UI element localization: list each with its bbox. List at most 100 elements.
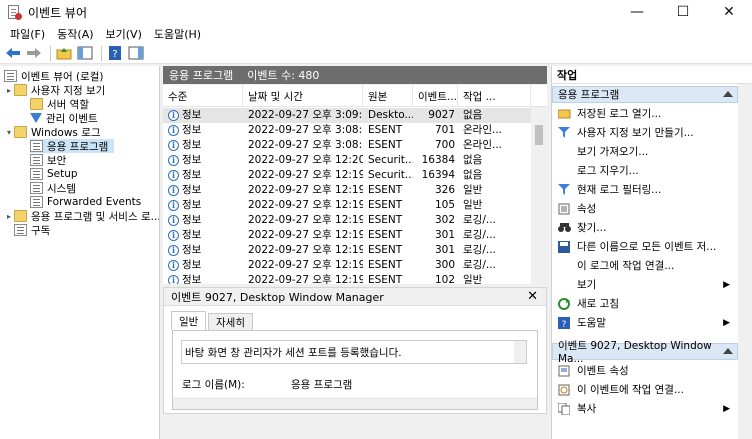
event-row[interactable]: i 정보 2022-09-27 오후 3:09:... Deskto... 9027 없음 (163, 108, 531, 123)
folder-open-icon (557, 107, 571, 120)
menu-file[interactable]: 파일(F) (4, 26, 51, 42)
event-source: ESENT (368, 184, 403, 196)
message-scrollbar[interactable] (514, 341, 526, 363)
event-datetime: 2022-09-27 오후 12:19... (248, 184, 363, 196)
column-event-id[interactable]: 이벤트... (413, 85, 458, 107)
show-action-pane-button[interactable] (127, 44, 145, 62)
event-id: 102 (434, 274, 455, 284)
menu-view[interactable]: 보기(V) (100, 26, 148, 42)
collapse-icon[interactable] (723, 348, 733, 354)
expand-arrow-icon[interactable]: ▸ (4, 86, 14, 95)
toolbar-separator (101, 45, 102, 61)
tree-item-forwarded-events[interactable]: Forwarded Events (30, 195, 141, 209)
event-row[interactable]: i 정보 2022-09-27 오후 12:19... Securit... 16394… (163, 168, 531, 183)
maximize-button[interactable]: ☐ (660, 0, 706, 24)
up-folder-button[interactable] (55, 44, 73, 62)
tree-item-event-viewer-local[interactable]: 이벤트 뷰어 (로컬) (4, 69, 104, 83)
filter-icon (557, 126, 571, 139)
event-row[interactable]: i 정보 2022-09-27 오후 3:08:... ESENT 700 온라인... (163, 138, 531, 153)
show-hide-tree-button[interactable] (76, 44, 94, 62)
event-row[interactable]: i 정보 2022-09-27 오후 12:19... ESENT 300 로깅/... (163, 258, 531, 273)
forward-button[interactable] (25, 44, 43, 62)
menu-help[interactable]: 도움말(H) (148, 26, 207, 42)
close-button[interactable]: ✕ (706, 0, 752, 24)
action-item[interactable]: 이벤트 속성 (552, 361, 738, 380)
detail-body: 바탕 화면 창 관리자가 세션 포트를 등록했습니다. 로그 이름(M): 응용… (172, 330, 538, 410)
log-icon (30, 140, 43, 152)
filter-icon (557, 183, 571, 196)
event-row[interactable]: i 정보 2022-09-27 오후 12:19... ESENT 105 일반 (163, 198, 531, 213)
tree-item-admin-events[interactable]: 관리 이벤트 (20, 111, 98, 125)
tree-item-custom-views[interactable]: ▸ 사용자 지정 보기 (4, 83, 105, 97)
help-button[interactable]: ? (106, 44, 124, 62)
tree-item-subscriptions[interactable]: 구독 (4, 223, 50, 237)
action-item[interactable]: 이 이벤트에 작업 연결... (552, 380, 738, 399)
actions-scrollbar[interactable] (738, 84, 752, 439)
action-item[interactable]: 보기 가져오기... (552, 142, 738, 161)
tree-item-label: 구독 (31, 224, 51, 237)
expand-arrow-icon[interactable]: ▸ (4, 212, 14, 221)
event-datetime: 2022-09-27 오후 12:20... (248, 154, 363, 166)
event-task-category: 로깅/... (463, 259, 496, 271)
information-icon: i (168, 170, 179, 181)
tree-item-security[interactable]: 보안 (30, 153, 66, 167)
event-row[interactable]: i 정보 2022-09-27 오후 12:19... ESENT 302 로깅/... (163, 213, 531, 228)
event-id: 16394 (421, 169, 455, 181)
event-list-scrollbar[interactable] (531, 107, 547, 284)
event-id: 16384 (421, 154, 455, 166)
action-item[interactable]: 복사 ▶ (552, 399, 738, 418)
event-source: ESENT (368, 214, 403, 226)
action-item[interactable]: 속성 (552, 199, 738, 218)
event-level: 정보 (182, 124, 202, 136)
binoculars-icon (557, 221, 571, 234)
action-item[interactable]: ? 도움말 ▶ (552, 313, 738, 332)
scrollbar-thumb[interactable] (535, 125, 543, 145)
action-item[interactable]: 다른 이름으로 모든 이벤트 저... (552, 237, 738, 256)
action-item[interactable]: 보기 ▶ (552, 275, 738, 294)
tab-general[interactable]: 일반 (171, 311, 207, 330)
event-row[interactable]: i 정보 2022-09-27 오후 12:19... ESENT 102 일반 (163, 273, 531, 284)
actions-pane: 작업 응용 프로그램 저장된 로그 열기... 사용자 지정 보기 만들기... 보… (551, 66, 752, 439)
column-level[interactable]: 수준 (163, 85, 243, 107)
column-datetime[interactable]: 날짜 및 시간 (243, 85, 363, 107)
action-item[interactable]: 찾기... (552, 218, 738, 237)
event-row[interactable]: i 정보 2022-09-27 오후 12:19... ESENT 301 로깅/... (163, 243, 531, 258)
menu-action[interactable]: 동작(A) (51, 26, 99, 42)
event-level: 정보 (182, 169, 202, 181)
back-button[interactable] (4, 44, 22, 62)
column-task-category[interactable]: 작업 ... (458, 85, 531, 107)
detail-horizontal-scrollbar[interactable] (173, 397, 537, 409)
collapse-icon[interactable] (723, 91, 733, 97)
minimize-button[interactable]: — (614, 0, 660, 24)
detail-close-button[interactable]: ✕ (527, 289, 538, 304)
tree-item-server-roles[interactable]: 서버 역할 (20, 97, 89, 111)
action-item[interactable]: 로그 지우기... (552, 161, 738, 180)
tree-item-windows-logs[interactable]: ▾ Windows 로그 (4, 125, 101, 139)
information-icon: i (168, 125, 179, 136)
event-level: 정보 (182, 154, 202, 166)
column-source[interactable]: 원본 (363, 85, 413, 107)
tab-details[interactable]: 자세히 (208, 313, 253, 330)
action-item[interactable]: 새로 고침 (552, 294, 738, 313)
action-item[interactable]: 저장된 로그 열기... (552, 104, 738, 123)
tree-item-system[interactable]: 시스템 (30, 181, 76, 195)
event-row[interactable]: i 정보 2022-09-27 오후 12:19... ESENT 326 일반 (163, 183, 531, 198)
event-row[interactable]: i 정보 2022-09-27 오후 12:20... Securit... 16384… (163, 153, 531, 168)
collapse-arrow-icon[interactable]: ▾ (4, 128, 14, 137)
tree-item-apps-services-logs[interactable]: ▸ 응용 프로그램 및 서비스 로... (4, 209, 159, 223)
tree-item-application[interactable]: 응용 프로그램 (30, 139, 114, 153)
actions-section-application[interactable]: 응용 프로그램 (552, 86, 738, 103)
information-icon: i (168, 245, 179, 256)
action-item[interactable]: 이 로그에 작업 연결... (552, 256, 738, 275)
event-detail-pane: 이벤트 9027, Desktop Window Manager ✕ 일반 자세… (163, 287, 547, 414)
event-task-category: 없음 (463, 109, 483, 121)
refresh-icon (557, 297, 571, 310)
event-row[interactable]: i 정보 2022-09-27 오후 12:19... ESENT 301 로깅/... (163, 228, 531, 243)
information-icon: i (168, 230, 179, 241)
submenu-arrow-icon: ▶ (723, 279, 730, 290)
tree-item-setup[interactable]: Setup (30, 167, 78, 181)
event-row[interactable]: i 정보 2022-09-27 오후 3:08:... ESENT 701 온라인... (163, 123, 531, 138)
action-item[interactable]: 사용자 지정 보기 만들기... (552, 123, 738, 142)
actions-section-event[interactable]: 이벤트 9027, Desktop Window Ma... (552, 340, 738, 365)
action-item[interactable]: 현재 로그 필터링... (552, 180, 738, 199)
